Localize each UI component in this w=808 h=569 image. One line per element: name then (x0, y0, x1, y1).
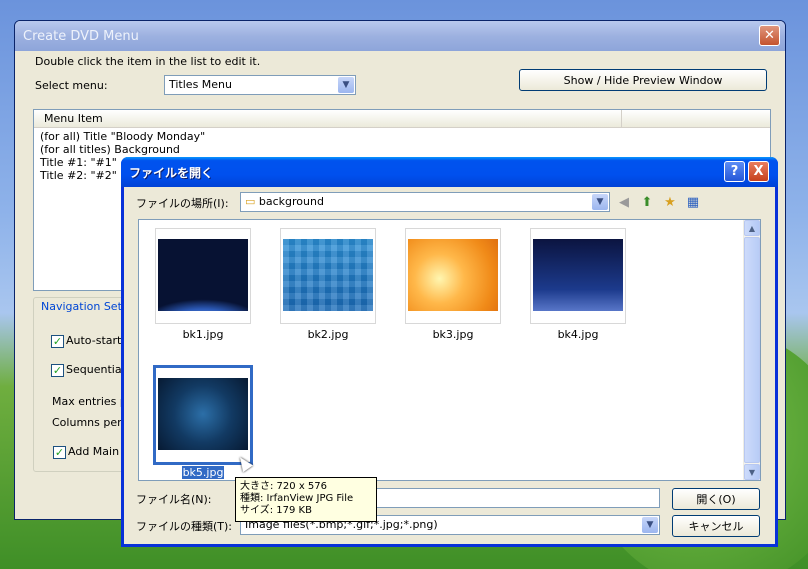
cancel-button-label: キャンセル (688, 520, 744, 533)
new-folder-icon[interactable]: ★ (661, 193, 679, 211)
file-info-tooltip: 大きさ: 720 x 576 種類: IrfanView JPG File サイ… (235, 477, 377, 522)
auto-start-label: Auto-start (66, 334, 122, 347)
tooltip-size: サイズ: 179 KB (240, 505, 312, 516)
show-hide-preview-label: Show / Hide Preview Window (563, 73, 723, 87)
help-button[interactable]: ? (724, 161, 745, 182)
add-main-checkbox[interactable]: ✓ (53, 446, 66, 459)
chevron-down-icon[interactable]: ▼ (338, 77, 354, 93)
file-thumbnail-bk5[interactable] (153, 365, 253, 465)
dialog-title: ファイルを開く (129, 165, 214, 180)
help-icon: ? (730, 164, 739, 179)
scroll-up-icon[interactable]: ▲ (744, 220, 760, 236)
cancel-button[interactable]: キャンセル (672, 515, 760, 537)
max-entries-label: Max entries p (52, 395, 127, 408)
list-header[interactable]: Menu Item (34, 110, 770, 128)
list-item[interactable]: (for all titles) Background (40, 143, 764, 156)
select-menu-label: Select menu: (35, 79, 108, 92)
navigation-settings-label: Navigation Setti (39, 300, 132, 313)
look-in-value: background (258, 195, 324, 208)
selected-file-label: bk5.jpg (180, 465, 226, 480)
image-preview (408, 239, 498, 311)
look-in-dropdown[interactable]: ▭ background ▼ (240, 192, 610, 212)
window-title: Create DVD Menu (23, 28, 139, 44)
file-name[interactable]: bk1.jpg (153, 328, 253, 341)
chevron-down-icon[interactable]: ▼ (642, 517, 658, 533)
sequential-checkbox[interactable]: ✓ (51, 364, 64, 377)
file-name[interactable]: bk2.jpg (278, 328, 378, 341)
file-list-area[interactable]: bk1.jpg bk2.jpg bk3.jpg bk4.jpg bk5.jpg … (138, 219, 761, 481)
scroll-down-icon[interactable]: ▼ (744, 464, 760, 480)
look-in-label: ファイルの場所(I): (136, 197, 229, 210)
back-icon[interactable]: ◀ (615, 193, 633, 211)
file-thumbnail-bk2[interactable] (280, 228, 376, 324)
window-titlebar[interactable]: Create DVD Menu (15, 21, 785, 51)
tooltip-type: 種類: IrfanView JPG File (240, 493, 354, 504)
close-button[interactable]: ✕ (759, 25, 780, 46)
close-icon: X (753, 164, 764, 179)
dialog-close-button[interactable]: X (748, 161, 769, 182)
dialog-titlebar[interactable]: ファイルを開く (121, 157, 778, 187)
chevron-down-icon[interactable]: ▼ (592, 194, 608, 210)
vertical-scrollbar[interactable]: ▲ ▼ (743, 220, 760, 480)
select-menu-dropdown[interactable]: Titles Menu ▼ (164, 75, 356, 95)
close-icon: ✕ (764, 28, 775, 43)
up-folder-icon[interactable]: ⬆ (638, 193, 656, 211)
file-thumbnail-bk1[interactable] (155, 228, 251, 324)
image-preview (158, 378, 248, 450)
sequential-label: Sequential (66, 363, 125, 376)
instruction-text: Double click the item in the list to edi… (35, 55, 261, 68)
file-thumbnail-bk3[interactable] (405, 228, 501, 324)
list-item[interactable]: (for all) Title "Bloody Monday" (40, 130, 764, 143)
view-menu-icon[interactable]: ▦ (684, 193, 702, 211)
menu-item-column-header[interactable]: Menu Item (34, 110, 622, 127)
add-main-label: Add Main I (68, 445, 126, 458)
file-type-label: ファイルの種類(T): (136, 520, 233, 533)
show-hide-preview-button[interactable]: Show / Hide Preview Window (519, 69, 767, 91)
open-file-dialog: ファイルを開く ? X ファイルの場所(I): ▭ background ▼ ◀… (121, 157, 778, 547)
file-name-label: ファイル名(N): (136, 493, 212, 506)
image-preview (283, 239, 373, 311)
open-button[interactable]: 開く(O) (672, 488, 760, 510)
image-preview (533, 239, 623, 311)
file-thumbnail-bk4[interactable] (530, 228, 626, 324)
auto-start-checkbox[interactable]: ✓ (51, 335, 64, 348)
open-button-label: 開く(O) (696, 493, 736, 506)
select-menu-value: Titles Menu (169, 78, 233, 91)
file-name[interactable]: bk3.jpg (403, 328, 503, 341)
scroll-thumb[interactable] (744, 237, 760, 463)
image-preview (158, 239, 248, 311)
folder-icon: ▭ (245, 195, 256, 208)
tooltip-dimensions: 大きさ: 720 x 576 (240, 481, 327, 492)
file-name[interactable]: bk4.jpg (528, 328, 628, 341)
